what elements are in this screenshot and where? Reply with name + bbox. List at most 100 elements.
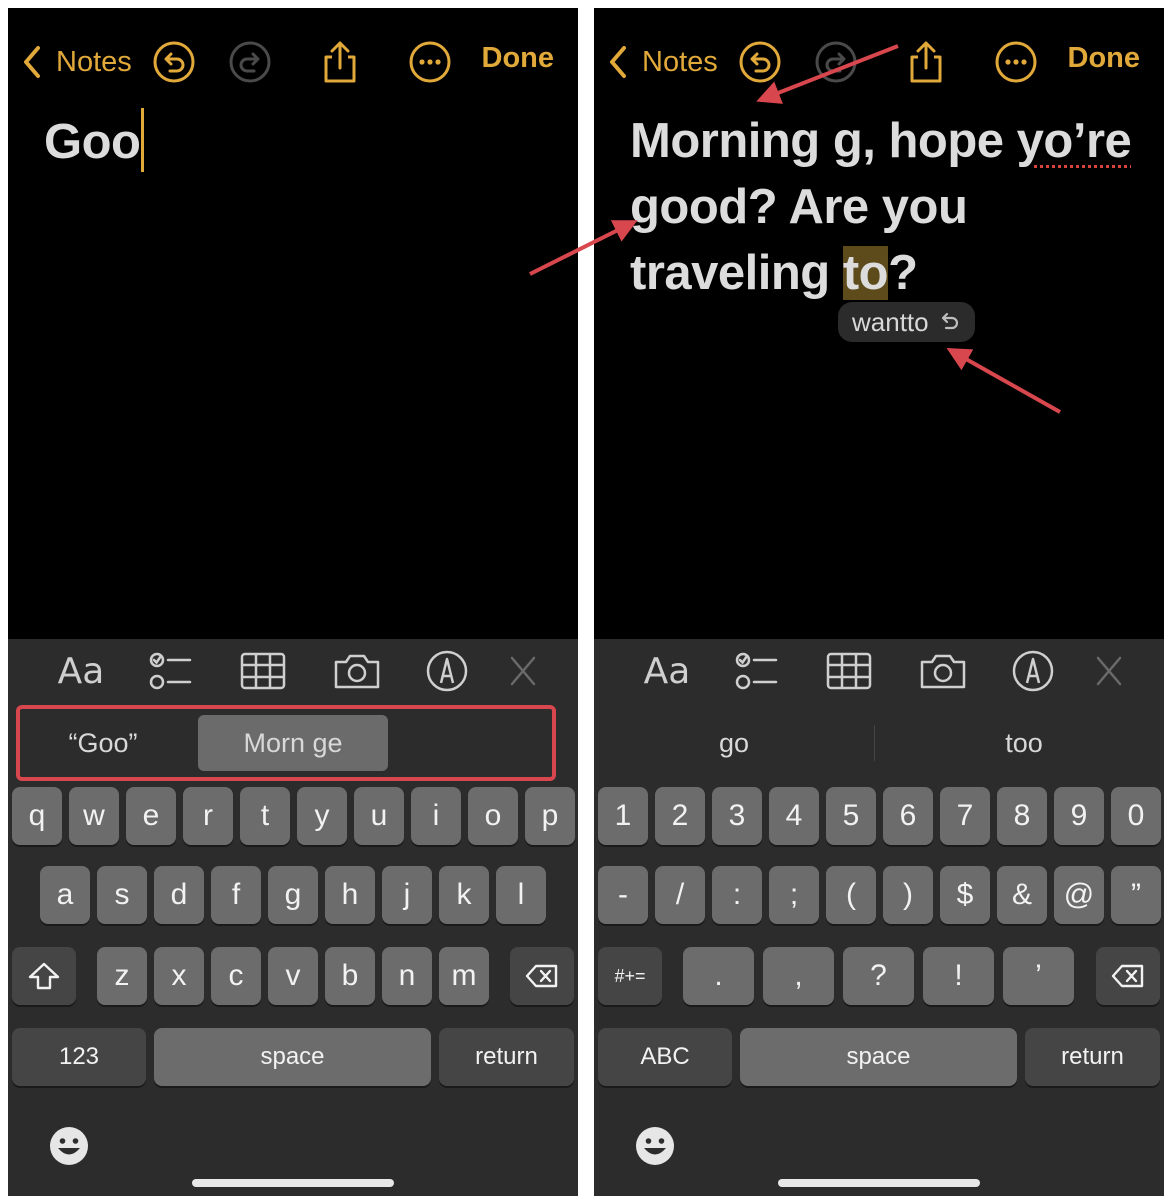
home-indicator[interactable] [192, 1179, 394, 1187]
key[interactable]: ( [826, 866, 876, 924]
key[interactable]: j [382, 866, 432, 924]
key[interactable]: l [496, 866, 546, 924]
key[interactable]: , [763, 947, 834, 1005]
emoji-icon [636, 1127, 674, 1165]
key[interactable]: o [468, 787, 518, 845]
key[interactable]: 6 [883, 787, 933, 845]
note-body[interactable]: Goo [44, 108, 554, 175]
done-button[interactable]: Done [1068, 42, 1141, 75]
key[interactable]: 3 [712, 787, 762, 845]
note-body[interactable]: Morning g, hope yo’re good? Are you trav… [630, 108, 1140, 306]
return-key[interactable]: return [1025, 1028, 1160, 1086]
key[interactable]: t [240, 787, 290, 845]
markup-button[interactable] [420, 647, 474, 695]
key[interactable]: $ [940, 866, 990, 924]
key[interactable]: e [126, 787, 176, 845]
key[interactable]: 5 [826, 787, 876, 845]
redo-button[interactable] [814, 40, 858, 84]
key[interactable]: d [154, 866, 204, 924]
key[interactable]: m [439, 947, 489, 1005]
camera-button[interactable] [916, 647, 970, 695]
shift-key[interactable] [12, 947, 76, 1005]
more-button[interactable] [994, 40, 1038, 84]
checklist-button[interactable] [730, 647, 784, 695]
suggestion-item[interactable]: go [634, 715, 834, 771]
close-toolbar-button[interactable] [1082, 647, 1136, 695]
key[interactable]: / [655, 866, 705, 924]
redo-button[interactable] [228, 40, 272, 84]
close-toolbar-button[interactable] [496, 647, 550, 695]
table-button[interactable] [236, 647, 290, 695]
format-button[interactable]: Aa [640, 647, 694, 695]
space-key[interactable]: space [740, 1028, 1017, 1086]
key[interactable]: 2 [655, 787, 705, 845]
emoji-button[interactable] [48, 1125, 90, 1167]
undo-icon [153, 41, 195, 83]
chevron-left-icon [610, 46, 626, 78]
delete-key[interactable] [510, 947, 574, 1005]
symbols-key[interactable]: #+= [598, 947, 662, 1005]
numbers-key[interactable]: 123 [12, 1028, 146, 1086]
more-button[interactable] [408, 40, 452, 84]
checklist-button[interactable] [144, 647, 198, 695]
key[interactable]: s [97, 866, 147, 924]
key[interactable]: z [97, 947, 147, 1005]
key[interactable]: i [411, 787, 461, 845]
key[interactable]: y [297, 787, 347, 845]
key[interactable]: x [154, 947, 204, 1005]
key[interactable]: w [69, 787, 119, 845]
table-button[interactable] [822, 647, 876, 695]
format-button[interactable]: Aa [54, 647, 108, 695]
key[interactable]: u [354, 787, 404, 845]
key[interactable]: v [268, 947, 318, 1005]
camera-button[interactable] [330, 647, 384, 695]
keyboard: Aa “Goo” Morn ge q w e r t y u i o p a s… [8, 639, 578, 1196]
autocorrect-revert-bubble[interactable]: wantto [838, 302, 975, 342]
misspelled-word[interactable]: yo’re [1017, 114, 1132, 168]
undo-button[interactable] [738, 40, 782, 84]
share-button[interactable] [904, 40, 948, 84]
share-button[interactable] [318, 40, 362, 84]
key[interactable]: r [183, 787, 233, 845]
space-key[interactable]: space [154, 1028, 431, 1086]
key[interactable]: ” [1111, 866, 1161, 924]
key[interactable]: ; [769, 866, 819, 924]
autocorrected-word[interactable]: to [842, 246, 889, 300]
key[interactable]: a [40, 866, 90, 924]
home-indicator[interactable] [778, 1179, 980, 1187]
key[interactable]: 0 [1111, 787, 1161, 845]
key[interactable]: b [325, 947, 375, 1005]
key[interactable]: @ [1054, 866, 1104, 924]
key[interactable]: q [12, 787, 62, 845]
key[interactable]: 8 [997, 787, 1047, 845]
suggestion-item[interactable]: too [924, 715, 1124, 771]
delete-key[interactable] [1096, 947, 1160, 1005]
return-key[interactable]: return [439, 1028, 574, 1086]
key[interactable]: 9 [1054, 787, 1104, 845]
key[interactable]: 1 [598, 787, 648, 845]
back-button[interactable]: Notes [20, 42, 132, 82]
key[interactable]: ? [843, 947, 914, 1005]
key[interactable]: h [325, 866, 375, 924]
key[interactable]: g [268, 866, 318, 924]
key[interactable]: 4 [769, 787, 819, 845]
key[interactable]: n [382, 947, 432, 1005]
emoji-button[interactable] [634, 1125, 676, 1167]
key[interactable]: 7 [940, 787, 990, 845]
key[interactable]: & [997, 866, 1047, 924]
key[interactable]: ’ [1003, 947, 1074, 1005]
key[interactable]: k [439, 866, 489, 924]
back-button[interactable]: Notes [606, 42, 718, 82]
done-button[interactable]: Done [482, 42, 555, 75]
key[interactable]: ! [923, 947, 994, 1005]
markup-button[interactable] [1006, 647, 1060, 695]
key[interactable]: . [683, 947, 754, 1005]
letters-key[interactable]: ABC [598, 1028, 732, 1086]
key[interactable]: ) [883, 866, 933, 924]
key[interactable]: : [712, 866, 762, 924]
key[interactable]: - [598, 866, 648, 924]
undo-button[interactable] [152, 40, 196, 84]
key[interactable]: p [525, 787, 575, 845]
key[interactable]: c [211, 947, 261, 1005]
key[interactable]: f [211, 866, 261, 924]
